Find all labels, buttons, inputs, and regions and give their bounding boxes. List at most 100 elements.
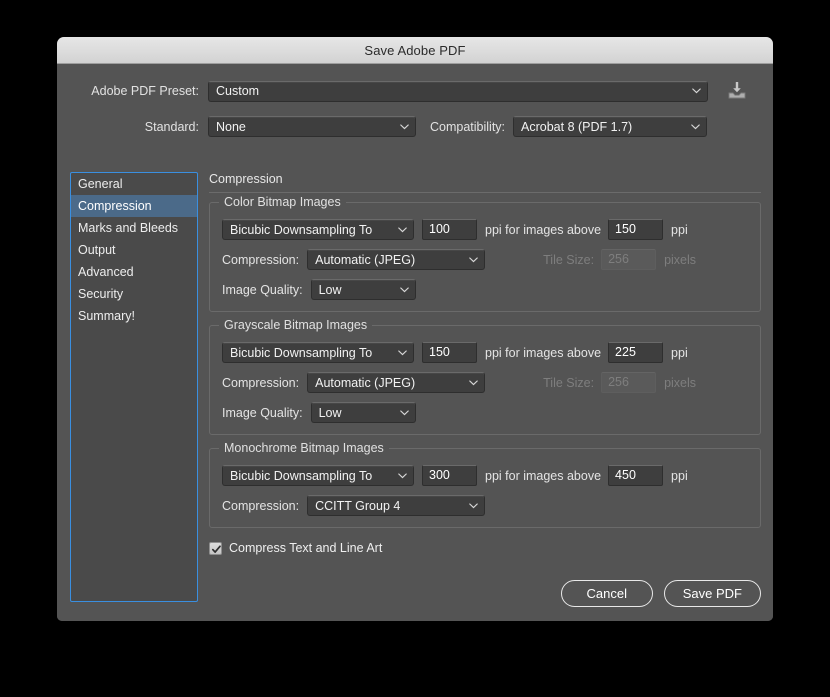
chevron-down-icon	[398, 472, 407, 479]
color-compression-value: Automatic (JPEG)	[315, 252, 416, 267]
color-downsample-row: Bicubic Downsampling To 100 ppi for imag…	[222, 219, 748, 240]
monochrome-ppi-input[interactable]: 300	[422, 465, 477, 486]
color-quality-row: Image Quality: Low	[222, 279, 748, 300]
group-title: Color Bitmap Images	[219, 195, 346, 209]
monochrome-threshold-input[interactable]: 450	[608, 465, 664, 486]
monochrome-ppi-mid-text: ppi for images above	[485, 468, 602, 483]
sidebar-item-marks-and-bleeds[interactable]: Marks and Bleeds	[71, 217, 197, 239]
grayscale-tile-size-suffix: pixels	[664, 375, 697, 390]
compatibility-select[interactable]: Acrobat 8 (PDF 1.7)	[513, 116, 708, 137]
color-ppi-input[interactable]: 100	[422, 219, 477, 240]
monochrome-downsample-row: Bicubic Downsampling To 300 ppi for imag…	[222, 465, 748, 486]
sidebar-item-label: Security	[78, 287, 124, 301]
preset-label: Adobe PDF Preset:	[91, 84, 199, 98]
chevron-down-icon	[469, 256, 478, 263]
chevron-down-icon	[399, 409, 409, 416]
cancel-button[interactable]: Cancel	[560, 580, 653, 607]
dialog-footer: Cancel Save PDF	[560, 580, 761, 607]
grayscale-quality-value: Low	[318, 405, 342, 420]
save-download-icon[interactable]	[726, 80, 748, 102]
pane-divider	[209, 192, 761, 193]
color-quality-select[interactable]: Low	[310, 279, 416, 300]
grayscale-tile-size-label: Tile Size:	[543, 375, 595, 390]
grayscale-compression-select[interactable]: Automatic (JPEG)	[307, 372, 486, 393]
pane-title: Compression	[209, 172, 283, 186]
grayscale-tile-size-input: 256	[601, 372, 657, 393]
sidebar-item-label: Advanced	[78, 265, 134, 279]
sidebar-item-general[interactable]: General	[71, 173, 197, 195]
checkmark-icon	[211, 544, 221, 553]
standard-label: Standard:	[144, 119, 199, 134]
grayscale-compression-label: Compression:	[222, 375, 300, 390]
sidebar-item-label: General	[78, 177, 123, 191]
dialog-titlebar: Save Adobe PDF	[57, 37, 773, 64]
compress-text-and-line-art-row[interactable]: Compress Text and Line Art	[209, 541, 761, 555]
color-tile-size-label: Tile Size:	[543, 252, 595, 267]
color-compression-row: Compression: Automatic (JPEG) Tile Size:…	[222, 249, 748, 270]
sidebar-item-label: Summary!	[78, 309, 135, 323]
sidebar-item-advanced[interactable]: Advanced	[71, 261, 197, 283]
sidebar-item-compression[interactable]: Compression	[71, 195, 197, 217]
sidebar-item-label: Output	[78, 243, 116, 257]
grayscale-threshold-input[interactable]: 225	[608, 342, 664, 363]
monochrome-compression-label: Compression:	[222, 498, 300, 513]
sidebar-item-security[interactable]: Security	[71, 283, 197, 305]
adobe-pdf-preset-value: Custom	[216, 84, 260, 98]
color-quality-value: Low	[318, 282, 342, 297]
save-adobe-pdf-dialog: Save Adobe PDF Adobe PDF Preset: Custom	[57, 37, 773, 621]
color-tile-size-input: 256	[601, 249, 657, 270]
adobe-pdf-preset-select[interactable]: Custom	[208, 80, 708, 102]
color-ppi-suffix: ppi	[671, 222, 688, 237]
color-compression-label: Compression:	[222, 252, 300, 267]
group-title: Grayscale Bitmap Images	[219, 318, 373, 332]
group-title: Monochrome Bitmap Images	[219, 441, 389, 455]
grayscale-quality-label: Image Quality:	[222, 405, 303, 420]
compatibility-label: Compatibility:	[430, 119, 506, 134]
chevron-down-icon	[691, 123, 700, 130]
preset-row: Adobe PDF Preset: Custom	[57, 80, 773, 102]
monochrome-compression-row: Compression: CCITT Group 4	[222, 495, 748, 516]
sidebar-item-summary[interactable]: Summary!	[71, 305, 197, 327]
chevron-down-icon	[399, 286, 409, 293]
grayscale-downsample-value: Bicubic Downsampling To	[230, 345, 373, 360]
compress-text-label: Compress Text and Line Art	[229, 541, 383, 555]
grayscale-quality-row: Image Quality: Low	[222, 402, 748, 423]
monochrome-compression-value: CCITT Group 4	[315, 498, 401, 513]
chevron-down-icon	[398, 226, 407, 233]
settings-category-list[interactable]: General Compression Marks and Bleeds Out…	[70, 172, 198, 602]
dialog-title: Save Adobe PDF	[364, 42, 466, 58]
grayscale-ppi-suffix: ppi	[671, 345, 688, 360]
chevron-down-icon	[469, 379, 478, 386]
chevron-down-icon	[692, 88, 701, 94]
compress-text-checkbox[interactable]	[209, 541, 222, 555]
grayscale-bitmap-images-group: Grayscale Bitmap Images Bicubic Downsamp…	[209, 318, 761, 435]
grayscale-downsample-row: Bicubic Downsampling To 150 ppi for imag…	[222, 342, 748, 363]
color-downsample-value: Bicubic Downsampling To	[230, 222, 373, 237]
standard-select[interactable]: None	[208, 116, 416, 137]
compression-pane: Compression Color Bitmap Images Bicubic …	[209, 172, 761, 561]
color-threshold-input[interactable]: 150	[608, 219, 664, 240]
monochrome-downsample-value: Bicubic Downsampling To	[230, 468, 373, 483]
standard-value: None	[216, 119, 246, 134]
chevron-down-icon	[398, 349, 407, 356]
sidebar-item-output[interactable]: Output	[71, 239, 197, 261]
grayscale-ppi-input[interactable]: 150	[422, 342, 477, 363]
chevron-down-icon	[400, 123, 409, 130]
grayscale-downsample-select[interactable]: Bicubic Downsampling To	[222, 342, 414, 363]
grayscale-compression-value: Automatic (JPEG)	[315, 375, 416, 390]
monochrome-downsample-select[interactable]: Bicubic Downsampling To	[222, 465, 414, 486]
grayscale-ppi-mid-text: ppi for images above	[485, 345, 602, 360]
chevron-down-icon	[469, 502, 478, 509]
monochrome-bitmap-images-group: Monochrome Bitmap Images Bicubic Downsam…	[209, 441, 761, 528]
monochrome-compression-select[interactable]: CCITT Group 4	[307, 495, 486, 516]
compatibility-value: Acrobat 8 (PDF 1.7)	[521, 119, 633, 134]
color-quality-label: Image Quality:	[222, 282, 303, 297]
color-bitmap-images-group: Color Bitmap Images Bicubic Downsampling…	[209, 195, 761, 312]
sidebar-item-label: Compression	[78, 199, 152, 213]
color-downsample-select[interactable]: Bicubic Downsampling To	[222, 219, 414, 240]
standard-compatibility-row: Standard: None Compatibility: Acrobat 8 …	[57, 116, 773, 137]
color-compression-select[interactable]: Automatic (JPEG)	[307, 249, 486, 270]
save-pdf-button[interactable]: Save PDF	[663, 580, 761, 607]
color-tile-size-suffix: pixels	[664, 252, 697, 267]
grayscale-quality-select[interactable]: Low	[310, 402, 416, 423]
